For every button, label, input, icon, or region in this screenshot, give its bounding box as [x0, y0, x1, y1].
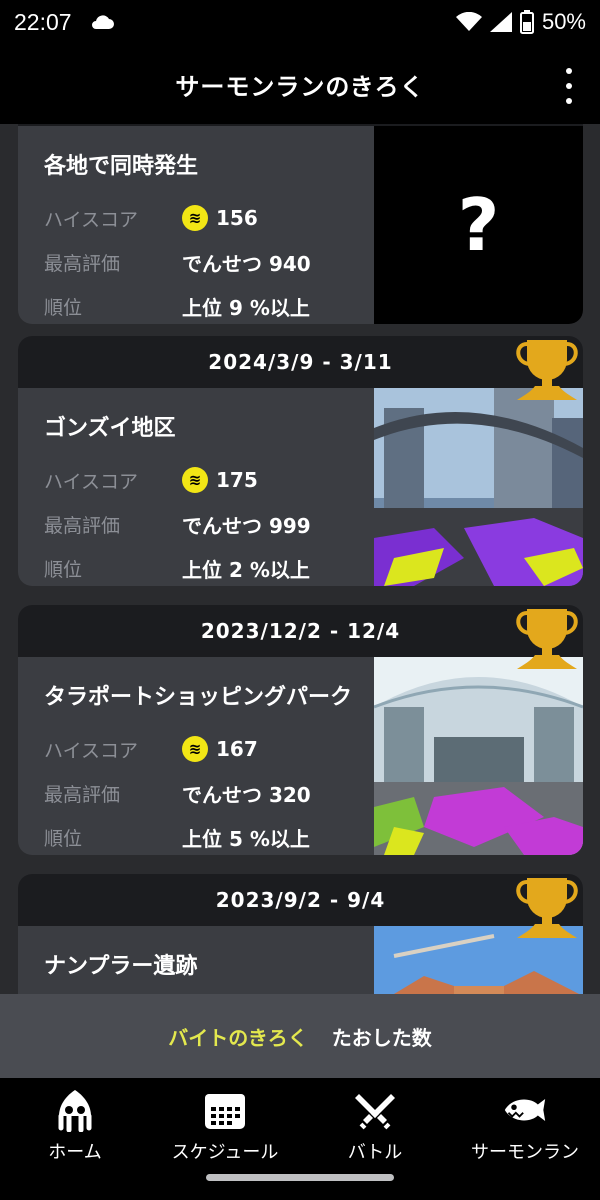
stage-name: ナンプラー遺跡 [44, 954, 198, 979]
golden-egg-icon: ≋ [182, 467, 208, 493]
battery-percent: 50% [541, 9, 586, 34]
trophy-icon [516, 609, 578, 669]
app-header: サーモンランのきろく [0, 44, 600, 124]
card-date: 2024/3/9 - 3/11 [208, 350, 393, 374]
more-options-button[interactable] [562, 68, 576, 104]
gesture-handle[interactable] [206, 1174, 394, 1181]
battery-icon [519, 10, 534, 34]
salmon-icon [504, 1099, 546, 1121]
trophy-icon [516, 878, 578, 938]
high-score-value: 175 [216, 468, 258, 492]
best-rating-label: 最高評価 [44, 252, 121, 275]
best-rating-label: 最高評価 [44, 783, 121, 806]
nav-battle[interactable]: バトル [300, 1078, 450, 1200]
stage-name: ゴンズイ地区 [44, 416, 176, 441]
stage-image [374, 388, 583, 586]
high-score-label: ハイスコア [44, 739, 139, 762]
high-score-label: ハイスコア [44, 208, 139, 231]
rank-value: 上位 5 %以上 [182, 826, 310, 851]
high-score-value: 167 [216, 737, 258, 761]
nav-schedule[interactable]: スケジュール [150, 1078, 300, 1200]
cloud-icon [91, 15, 114, 29]
rank-label: 順位 [44, 827, 83, 850]
nav-label: サーモンラン [471, 1142, 579, 1163]
battle-icon [355, 1094, 395, 1130]
record-card[interactable]: 各地で同時発生 ハイスコア ≋ 156 最高評価 でんせつ 940 順位 上位 9 %以… [18, 124, 583, 324]
record-card[interactable]: 2024/3/9 - 3/11 ゴンズイ地区 ハイスコア ≋ 175 最高評価 でんせ… [18, 336, 583, 586]
stage-name: 各地で同時発生 [44, 154, 199, 179]
trophy-icon [516, 340, 578, 400]
tab-job-records[interactable]: バイトのきろく [168, 1022, 307, 1051]
golden-egg-icon: ≋ [182, 736, 208, 762]
page-title: サーモンランのきろく [175, 72, 425, 101]
high-score-label: ハイスコア [44, 470, 139, 493]
stage-image-gonzui [374, 388, 583, 586]
card-date-bar: 2023/9/2 - 9/4 [18, 874, 583, 926]
bottom-navigation: ホーム スケジュール バトル サーモンラン [0, 1078, 600, 1200]
rank-label: 順位 [44, 558, 83, 581]
best-rating-value: でんせつ 320 [182, 782, 311, 807]
status-time: 22:07 [14, 8, 72, 35]
signal-icon [489, 12, 512, 32]
status-bar: 22:07 50% [0, 0, 600, 44]
stage-image-taraport [374, 657, 583, 855]
rank-value: 上位 9 %以上 [182, 295, 310, 320]
rank-label: 順位 [44, 296, 83, 319]
best-rating-label: 最高評価 [44, 514, 121, 537]
card-date: 2023/12/2 - 12/4 [200, 619, 401, 643]
high-score-value: 156 [216, 206, 258, 230]
more-dot [566, 68, 572, 74]
nav-salmon-run[interactable]: サーモンラン [450, 1078, 600, 1200]
card-date: 2023/9/2 - 9/4 [215, 888, 386, 912]
squid-icon [58, 1090, 92, 1132]
record-card[interactable]: 2023/9/2 - 9/4 ナンプラー遺跡 ハイスコア≋ [18, 874, 583, 994]
nav-home[interactable]: ホーム [0, 1078, 150, 1200]
record-card[interactable]: 2023/12/2 - 12/4 タラポートショッピングパーク ハイスコア ≋ 16… [18, 605, 583, 855]
wifi-icon [455, 12, 482, 31]
calendar-icon [205, 1094, 245, 1129]
nav-label: ホーム [48, 1142, 102, 1163]
more-dot [566, 98, 572, 104]
question-mark: ? [457, 183, 500, 267]
card-date-bar: 2023/12/2 - 12/4 [18, 605, 583, 657]
stage-image [374, 657, 583, 855]
golden-egg-icon: ≋ [182, 205, 208, 231]
stage-image-unknown: ? [374, 126, 583, 324]
stage-name: タラポートショッピングパーク [44, 685, 353, 710]
nav-label: スケジュール [171, 1142, 279, 1163]
rank-value: 上位 2 %以上 [182, 557, 310, 582]
record-tab-bar: バイトのきろく たおした数 [0, 994, 600, 1078]
card-date-bar: 2024/3/9 - 3/11 [18, 336, 583, 388]
tab-defeated-count[interactable]: たおした数 [332, 1022, 432, 1051]
nav-label: バトル [347, 1142, 403, 1163]
more-dot [566, 83, 572, 89]
best-rating-value: でんせつ 999 [182, 513, 311, 538]
records-list[interactable]: 各地で同時発生 ハイスコア ≋ 156 最高評価 でんせつ 940 順位 上位 9 %以… [0, 124, 600, 994]
best-rating-value: でんせつ 940 [182, 251, 311, 276]
